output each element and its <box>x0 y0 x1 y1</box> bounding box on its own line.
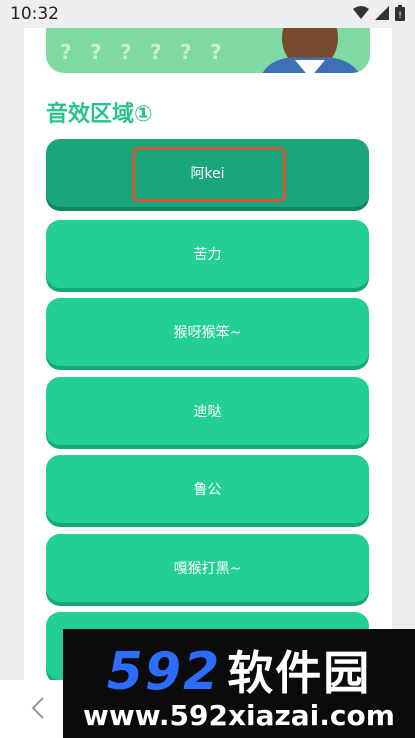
person-photo <box>262 28 360 73</box>
banner-question-mark: ? <box>180 40 192 64</box>
sound-button[interactable]: 苦力 <box>46 220 369 288</box>
watermark-brand: 592 <box>106 642 222 702</box>
banner-question-mark: ? <box>90 40 102 64</box>
banner-question-mark: ? <box>120 40 132 64</box>
banner-question-mark: ? <box>60 40 72 64</box>
sound-button[interactable]: 猴呀猴笨~ <box>46 298 369 366</box>
watermark-name: 软件园 <box>227 646 372 700</box>
banner-question-mark: ? <box>150 40 162 64</box>
sound-button[interactable]: 鲁公 <box>46 455 369 523</box>
signal-icon <box>375 6 389 20</box>
svg-text:!: ! <box>398 11 402 21</box>
wifi-icon <box>353 6 369 19</box>
status-time: 10:32 <box>10 4 59 24</box>
watermark-overlay: 592 软件园 www.592xiazai.com <box>63 629 415 738</box>
sound-button[interactable]: 嘎猴打黑~ <box>46 534 369 602</box>
content-card: ? ? ? ? ? ? 音效区域① 阿kei 苦力 猴呀猴笨~ 迪哒 鲁公 嘎猴… <box>24 28 392 680</box>
sound-button[interactable]: 迪哒 <box>46 377 369 445</box>
banner-question-mark: ? <box>210 40 222 64</box>
battery-icon: ! <box>395 5 405 21</box>
watermark-url: www.592xiazai.com <box>83 699 395 732</box>
back-chevron-icon[interactable] <box>30 696 46 720</box>
status-bar: 10:32 ! <box>0 0 415 28</box>
sound-button[interactable]: 阿kei <box>46 139 369 207</box>
top-banner-image: ? ? ? ? ? ? <box>46 28 370 73</box>
section-title: 音效区域① <box>46 102 153 127</box>
status-icons: ! <box>353 5 405 21</box>
watermark-logo: 592 软件园 <box>63 637 415 703</box>
